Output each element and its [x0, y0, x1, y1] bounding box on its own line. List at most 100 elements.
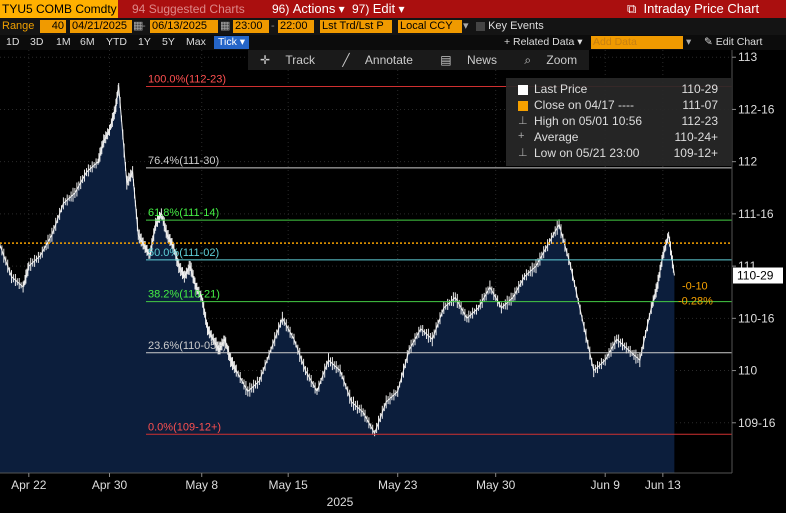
- news-label: News: [466, 53, 497, 67]
- pen-icon: ╱: [342, 53, 350, 67]
- time-dash: -: [271, 20, 275, 32]
- chart-legend: Last Price 110-29 Close on 04/17 ---- 111-0…: [506, 78, 732, 166]
- add-data-placeholder: Add Data: [593, 36, 637, 48]
- y-tick-label: 110: [738, 364, 757, 378]
- legend-marker-icon: ⊥: [518, 147, 528, 159]
- period-tick-button[interactable]: Tick ▾: [214, 36, 250, 49]
- y-tick-label: 112-16: [738, 102, 775, 116]
- period-1d-button[interactable]: 1D: [6, 36, 19, 49]
- legend-row: ⊥ High on 05/01 10:56 112-23: [516, 114, 726, 130]
- legend-value: 111-07: [682, 98, 718, 112]
- legend-label: High on 05/01 10:56: [534, 114, 643, 128]
- y-tick-label: 109-16: [738, 416, 776, 430]
- track-label: Track: [285, 53, 315, 67]
- calendar-icon[interactable]: ▦: [220, 20, 230, 33]
- checkbox-icon[interactable]: [476, 21, 485, 31]
- key-events-toggle[interactable]: Key Events: [476, 20, 544, 33]
- suggested-charts-button[interactable]: 94 Suggested Charts: [132, 0, 245, 18]
- range-label: Range: [2, 20, 35, 32]
- ticker-field[interactable]: TYU5 COMB Comdty: [0, 0, 118, 18]
- change-label: -0-10: [682, 281, 708, 293]
- controls-bar: Range 40 04/21/2025 ▦ - 06/13/2025 ▦ 23:…: [0, 18, 786, 35]
- legend-label: Average: [534, 130, 579, 144]
- edit-chart-label: Edit Chart: [715, 36, 763, 48]
- annotate-tool[interactable]: ╱ Annotate: [336, 50, 419, 70]
- legend-marker-icon: +: [518, 130, 525, 142]
- fib-level-label: 38.2%(110-21): [148, 289, 220, 301]
- key-events-label: Key Events: [488, 20, 544, 32]
- fib-level-label: 0.0%(109-12+): [148, 421, 221, 433]
- add-data-input[interactable]: Add Data: [591, 36, 683, 49]
- legend-row: Last Price 110-29: [516, 82, 726, 98]
- price-type-select[interactable]: Lst Trd/Lst P: [320, 20, 392, 33]
- chevron-down-icon: ▾: [338, 2, 345, 16]
- suggested-icon: 94: [132, 2, 146, 16]
- start-date-input[interactable]: 04/21/2025: [70, 20, 132, 33]
- legend-row: Close on 04/17 ---- 111-07: [516, 98, 726, 114]
- y-tick-label: 112: [738, 155, 757, 169]
- fib-level-label: 61.8%(111-14): [148, 207, 219, 219]
- period-5y-button[interactable]: 5Y: [162, 36, 175, 49]
- year-label: 2025: [327, 495, 354, 509]
- legend-value: 110-29: [681, 82, 718, 96]
- related-data-label: + Related Data: [504, 36, 575, 48]
- edit-chart-button[interactable]: ✎ Edit Chart: [704, 36, 762, 49]
- date-dash: -: [142, 20, 146, 32]
- x-tick-label: Apr 30: [92, 478, 128, 492]
- currency-select[interactable]: Local CCY: [398, 20, 462, 33]
- x-tick-label: May 15: [269, 478, 309, 492]
- period-1m-button[interactable]: 1M: [56, 36, 71, 49]
- chevron-down-icon: ▾: [239, 36, 246, 48]
- period-active-label: Tick: [218, 36, 237, 48]
- periods-bar: 1D 3D 1M 6M YTD 1Y 5Y Max Tick ▾ + Related Data…: [0, 35, 786, 50]
- edit-label: Edit: [372, 1, 396, 16]
- x-tick-label: May 8: [185, 478, 218, 492]
- related-data-button[interactable]: + Related Data ▾: [504, 36, 583, 49]
- crosshair-icon: ✛: [260, 53, 271, 67]
- chart-toolbar: ✛ Track ╱ Annotate ▤ News ⌕ Zoom: [248, 50, 590, 70]
- fib-level-label: 50.0%(111-02): [148, 247, 219, 259]
- period-6m-button[interactable]: 6M: [80, 36, 95, 49]
- annotate-label: Annotate: [364, 53, 413, 67]
- x-tick-label: Apr 22: [11, 478, 47, 492]
- bars-input[interactable]: 40: [40, 20, 66, 33]
- magnifier-icon: ⌕: [524, 53, 532, 67]
- legend-row: + Average 110-24+: [516, 130, 726, 146]
- legend-value: 109-12+: [673, 146, 718, 160]
- period-ytd-button[interactable]: YTD: [106, 36, 127, 49]
- fib-level-label: 23.6%(110-05+): [148, 340, 226, 352]
- edit-menu[interactable]: 97) Edit ▾: [352, 0, 404, 18]
- chevron-down-icon[interactable]: ▾: [686, 36, 691, 49]
- end-time-input[interactable]: 22:00: [278, 20, 314, 33]
- y-tick-label: 110-16: [738, 311, 775, 325]
- legend-row: ⊥ Low on 05/21 23:00 109-12+: [516, 146, 726, 162]
- end-date-input[interactable]: 06/13/2025: [150, 20, 218, 33]
- external-link-icon[interactable]: ⧉: [627, 1, 636, 16]
- news-tool[interactable]: ▤ News: [434, 50, 503, 70]
- zoom-tool[interactable]: ⌕ Zoom: [518, 50, 583, 70]
- fib-level-label: 100.0%(112-23): [148, 73, 226, 85]
- x-tick-label: May 30: [476, 478, 516, 492]
- y-tick-label: 111-16: [738, 207, 774, 221]
- x-tick-label: May 23: [378, 478, 418, 492]
- start-time-input[interactable]: 23:00: [233, 20, 269, 33]
- fib-level-label: 76.4%(111-30): [148, 155, 219, 167]
- legend-value: 112-23: [681, 114, 718, 128]
- legend-value: 110-24+: [674, 130, 718, 144]
- period-1y-button[interactable]: 1Y: [138, 36, 151, 49]
- chevron-down-icon[interactable]: ▾: [463, 20, 469, 33]
- period-max-button[interactable]: Max: [186, 36, 206, 49]
- last-price-label: 110-29: [737, 269, 774, 283]
- legend-swatch: [518, 101, 528, 111]
- legend-label: Close on 04/17 ----: [534, 98, 635, 112]
- period-3d-button[interactable]: 3D: [30, 36, 43, 49]
- legend-label: Last Price: [534, 82, 588, 96]
- legend-label: Low on 05/21 23:00: [534, 146, 640, 160]
- actions-menu[interactable]: 96) Actions ▾: [272, 0, 345, 18]
- y-tick-label: 113: [738, 50, 757, 64]
- news-icon: ▤: [440, 53, 452, 67]
- title-bar: TYU5 COMB Comdty 94 Suggested Charts 96)…: [0, 0, 786, 18]
- track-tool[interactable]: ✛ Track: [254, 50, 321, 70]
- suggested-label: Suggested Charts: [148, 2, 245, 16]
- actions-num: 96): [272, 2, 290, 16]
